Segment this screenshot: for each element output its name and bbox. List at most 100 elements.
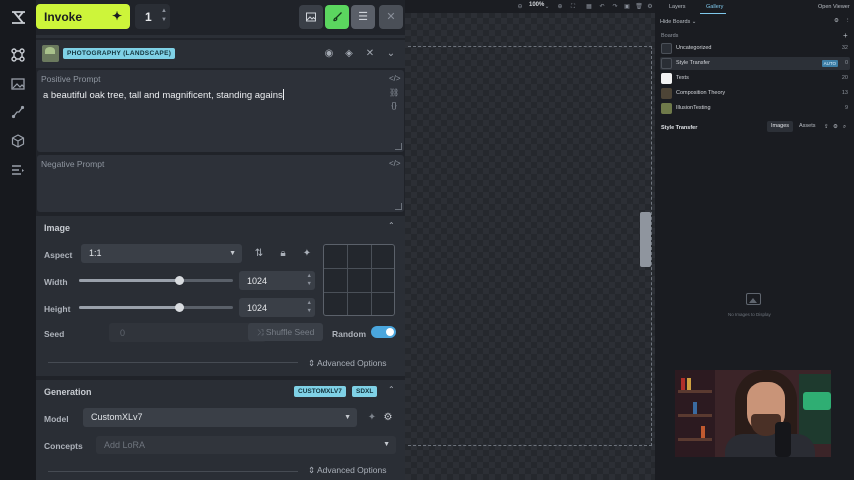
resize-handle[interactable] <box>395 203 402 210</box>
iterations-input[interactable]: 1 ▲ ▼ <box>135 4 170 29</box>
open-viewer-button[interactable]: Open Viewer <box>818 4 850 10</box>
fit-icon[interactable]: ⛶ <box>569 3 577 11</box>
image-icon <box>746 293 761 305</box>
board-count: 32 <box>841 45 848 51</box>
tab-images[interactable]: Images <box>767 121 794 132</box>
chevron-up-icon[interactable]: ⌃ <box>388 221 396 230</box>
board-item-uncategorized[interactable]: Uncategorized 32 <box>660 42 850 55</box>
concepts-select[interactable]: Add LoRA ▼ <box>96 436 396 454</box>
hide-boards-button[interactable]: Hide Boards ⌄ <box>660 19 696 25</box>
invoke-button[interactable]: Invoke ✦ <box>36 4 130 29</box>
stepper-icon[interactable]: ▲▼ <box>161 7 167 25</box>
gear-icon[interactable]: ⚙ <box>381 411 395 425</box>
chevron-down-icon[interactable]: ⌄ <box>384 47 398 61</box>
divider <box>48 362 298 363</box>
aspect-select[interactable]: 1:1 ▼ <box>81 244 242 263</box>
link-icon[interactable]: ⛓ <box>389 88 399 98</box>
redo-icon[interactable]: ↷ <box>611 3 619 11</box>
upload-icon[interactable]: ⇪ <box>824 124 829 130</box>
seed-input[interactable]: 0 ▲▼ <box>109 323 266 342</box>
tab-assets[interactable]: Assets <box>795 121 820 132</box>
workflow-icon[interactable] <box>11 105 25 119</box>
style-preset-row[interactable]: PHOTOGRAPHY (LANDSCAPE) ◉ ◈ ✕ ⌄ <box>36 40 405 68</box>
advanced-options-toggle[interactable]: ⇕ Advanced Options <box>308 465 386 476</box>
image-icon[interactable] <box>11 77 25 91</box>
image-section-title[interactable]: Image <box>44 223 70 233</box>
height-slider-thumb[interactable] <box>175 303 184 312</box>
chevron-down-icon[interactable]: ⌄ <box>543 3 551 11</box>
grid-icon[interactable]: ▦ <box>585 3 593 11</box>
add-board-icon[interactable]: + <box>843 31 848 40</box>
close-icon: ✕ <box>386 11 396 23</box>
generation-section-title[interactable]: Generation <box>44 387 92 397</box>
gear-icon[interactable]: ⚙ <box>646 3 654 11</box>
active-tab-indicator <box>700 13 726 14</box>
resize-handle[interactable] <box>395 143 402 150</box>
chevron-updown-icon: ⇕ <box>308 465 318 475</box>
base-model-badge: SDXL <box>352 386 378 397</box>
width-slider-thumb[interactable] <box>175 276 184 285</box>
stepper-icon[interactable]: ▲▼ <box>307 299 312 315</box>
search-icon[interactable]: ⌕ <box>843 124 846 131</box>
board-item-texts[interactable]: Texts 20 <box>660 72 850 85</box>
chevron-down-icon: ▼ <box>229 250 236 257</box>
sparkle-icon[interactable]: ✦ <box>300 247 314 261</box>
board-item-illusiontesting[interactable]: IllusionTesting 9 <box>660 102 850 115</box>
invoke-logo-icon[interactable] <box>10 9 27 26</box>
random-toggle[interactable] <box>371 326 396 338</box>
undo-icon[interactable]: ↶ <box>598 3 606 11</box>
stepper-icon[interactable]: ▲▼ <box>307 272 312 288</box>
model-select[interactable]: CustomXLv7 ▼ <box>83 408 357 427</box>
microphone <box>775 422 791 457</box>
bounding-box-edge <box>651 46 652 446</box>
chevron-up-icon[interactable]: ⌃ <box>388 385 396 394</box>
divider <box>48 471 298 472</box>
viewer-toggle-button[interactable] <box>299 5 323 29</box>
tab-gallery[interactable]: Gallery <box>706 4 723 10</box>
board-name: Style Transfer <box>676 60 710 66</box>
cube-icon[interactable] <box>11 134 25 148</box>
board-thumbnail <box>661 43 672 54</box>
nodes-icon[interactable] <box>11 48 25 62</box>
zoom-in-icon[interactable]: ⊕ <box>556 3 564 11</box>
canvas-brush-button[interactable] <box>325 5 349 29</box>
shuffle-seed-button[interactable]: ⤨ Shuffle Seed <box>248 323 323 341</box>
swap-icon[interactable]: ⇅ <box>252 247 266 261</box>
eye-icon[interactable]: ◉ <box>322 47 336 61</box>
layers-icon[interactable]: ◈ <box>342 47 356 61</box>
generation-section: Generation CUSTOMXLV7 SDXL ⌃ Model Custo… <box>36 380 405 480</box>
style-preset-thumbnail <box>42 45 59 62</box>
gear-icon[interactable]: ⚙ <box>833 124 838 130</box>
board-count: 0 <box>844 60 848 66</box>
negative-prompt[interactable]: Negative Prompt </> <box>37 155 404 212</box>
trash-icon[interactable]: 🗑︎ <box>635 3 643 11</box>
close-icon[interactable]: ✕ <box>363 47 377 61</box>
positive-prompt-text[interactable]: a beautiful oak tree, tall and magnifice… <box>43 89 284 101</box>
save-icon[interactable]: ▣ <box>623 3 631 11</box>
aspect-label: Aspect <box>44 250 73 260</box>
tab-layers[interactable]: Layers <box>669 4 686 10</box>
cancel-button[interactable]: ✕ <box>379 5 403 29</box>
board-item-composition-theory[interactable]: Composition Theory 13 <box>660 87 850 100</box>
sparkle-icon[interactable]: ✦ <box>365 411 379 425</box>
height-input[interactable]: 1024 ▲ ▼ <box>239 298 315 317</box>
canvas-area[interactable]: ⊖ 100% ⌄ ⊕ ⛶ ▦ ↶ ↷ ▣ 🗑︎ ⚙ <box>405 0 655 480</box>
code-icon[interactable]: </> <box>389 159 401 169</box>
menu-button[interactable]: ☰ <box>351 5 375 29</box>
more-icon[interactable]: ⋮ <box>845 18 851 24</box>
code-icon[interactable]: </> <box>389 74 401 84</box>
gear-icon[interactable]: ⚙ <box>834 18 839 24</box>
braces-icon[interactable]: {} <box>389 101 399 111</box>
panel-resize-handle[interactable] <box>640 212 651 267</box>
height-label: Height <box>44 304 71 314</box>
webcam-overlay <box>675 370 831 457</box>
width-input[interactable]: 1024 ▲ ▼ <box>239 271 315 290</box>
zoom-out-icon[interactable]: ⊖ <box>516 3 524 11</box>
board-item-style-transfer[interactable]: Style Transfer AUTO 0 <box>660 57 850 70</box>
queue-icon[interactable] <box>11 163 25 177</box>
positive-prompt[interactable]: Positive Prompt a beautiful oak tree, ta… <box>37 70 404 152</box>
advanced-options-toggle[interactable]: ⇕ Advanced Options <box>308 358 386 369</box>
lock-icon[interactable]: 🔒︎ <box>276 247 290 261</box>
model-badge: CUSTOMXLV7 <box>294 386 346 397</box>
left-rail <box>0 0 36 480</box>
